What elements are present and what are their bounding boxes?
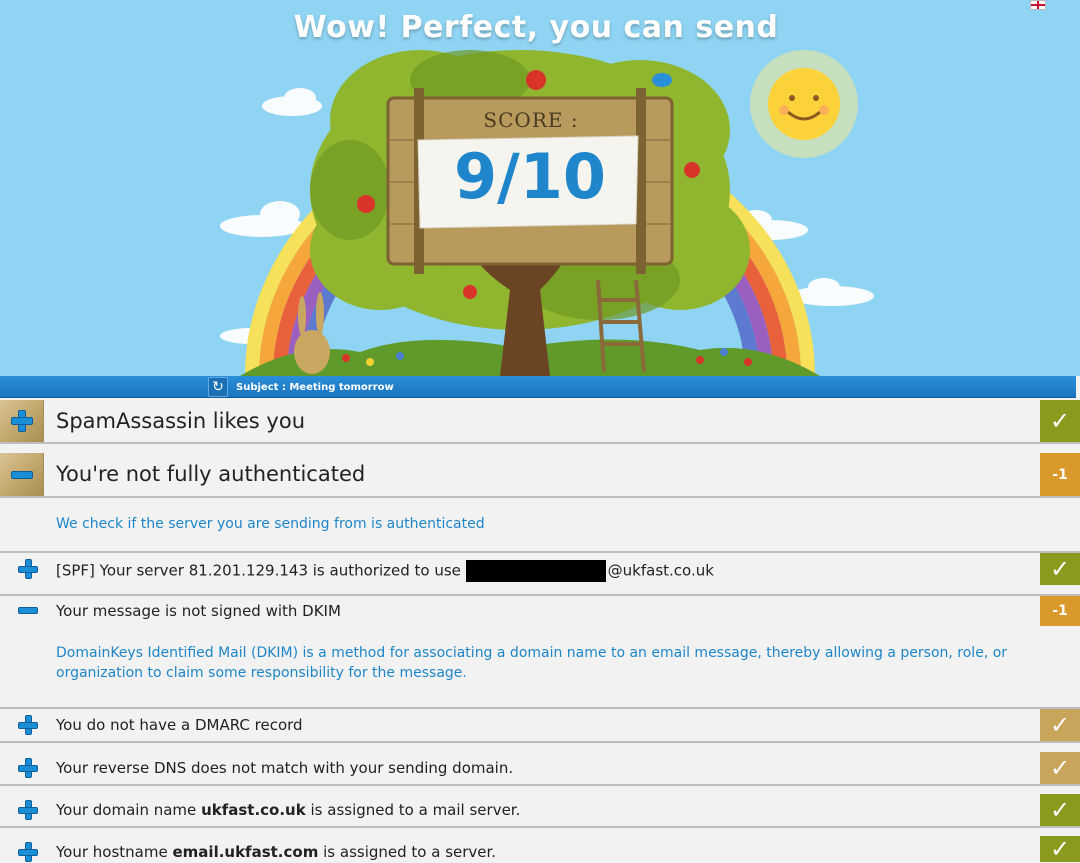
check-dmarc[interactable]: You do not have a DMARC record ✓ <box>0 709 1080 741</box>
section-authentication[interactable]: You're not fully authenticated -1 <box>0 453 1080 496</box>
plus-icon[interactable] <box>18 715 38 735</box>
divider <box>0 784 1080 786</box>
check-icon: ✓ <box>1049 407 1071 435</box>
divider <box>0 826 1080 828</box>
check-dkim[interactable]: Your message is not signed with DKIM -1 <box>0 596 1080 626</box>
plus-icon[interactable] <box>18 842 38 862</box>
section-spamassassin[interactable]: SpamAssassin likes you ✓ <box>0 400 1080 442</box>
pass-badge: ✓ <box>1040 752 1080 784</box>
check-title: Your domain name ukfast.co.uk is assigne… <box>56 801 520 819</box>
divider <box>0 741 1080 743</box>
check-icon: ✓ <box>1049 555 1071 583</box>
minus-icon <box>10 464 33 486</box>
pass-badge: ✓ <box>1040 794 1080 826</box>
check-title: Your message is not signed with DKIM <box>56 602 341 620</box>
plus-icon <box>10 410 33 432</box>
spf-suffix: @ukfast.co.uk <box>607 561 714 580</box>
divider <box>0 496 1080 498</box>
section-title: SpamAssassin likes you <box>56 409 306 433</box>
check-icon: ✓ <box>1049 754 1071 782</box>
score-hero: Wow! Perfect, you can send SCORE : 9/10 <box>0 0 1080 376</box>
hostname-value: email.ukfast.com <box>172 843 319 861</box>
subject-text: Subject : Meeting tomorrow <box>236 381 394 393</box>
uk-flag-icon[interactable] <box>1030 0 1046 10</box>
check-title: Your reverse DNS does not match with you… <box>56 759 514 777</box>
check-domain-mx[interactable]: Your domain name ukfast.co.uk is assigne… <box>0 794 1080 826</box>
result-title: Wow! Perfect, you can send <box>293 10 779 45</box>
spf-prefix: [SPF] Your server 81.201.129.143 is auth… <box>56 561 461 580</box>
check-title: You do not have a DMARC record <box>56 716 303 734</box>
minus-icon[interactable] <box>18 601 38 621</box>
pass-badge: ✓ <box>1040 709 1080 741</box>
check-icon: ✓ <box>1049 835 1071 863</box>
pass-badge: ✓ <box>1040 836 1080 862</box>
check-hostname[interactable]: Your hostname email.ukfast.com is assign… <box>0 836 1080 862</box>
domain-name: ukfast.co.uk <box>201 801 306 819</box>
section-title: You're not fully authenticated <box>56 462 366 486</box>
domain-prefix: Your domain name <box>56 801 197 819</box>
plus-icon[interactable] <box>18 559 38 579</box>
check-spf[interactable]: [SPF] Your server 81.201.129.143 is auth… <box>0 553 1080 585</box>
penalty-badge: -1 <box>1040 596 1080 626</box>
subject-group: ↻ Subject : Meeting tomorrow <box>208 377 394 397</box>
collapse-toggle[interactable] <box>0 453 44 496</box>
check-reverse-dns[interactable]: Your reverse DNS does not match with you… <box>0 752 1080 784</box>
score-value: 9/10 <box>453 140 607 213</box>
score-label: SCORE : <box>483 108 579 132</box>
domain-suffix: is assigned to a mail server. <box>310 801 521 819</box>
redacted-block <box>465 560 606 582</box>
pass-badge: ✓ <box>1040 400 1080 442</box>
hostname-suffix: is assigned to a server. <box>323 843 497 861</box>
check-title: Your hostname email.ukfast.com is assign… <box>56 843 496 861</box>
refresh-icon[interactable]: ↻ <box>208 377 228 397</box>
pass-badge: ✓ <box>1040 553 1080 585</box>
dkim-description: DomainKeys Identified Mail (DKIM) is a m… <box>56 645 1008 681</box>
plus-icon[interactable] <box>18 758 38 778</box>
plus-icon[interactable] <box>18 800 38 820</box>
divider <box>0 442 1080 444</box>
check-title: [SPF] Your server 81.201.129.143 is auth… <box>56 560 714 582</box>
penalty-badge: -1 <box>1040 453 1080 496</box>
hostname-prefix: Your hostname <box>56 843 168 861</box>
subject-bar: ↻ Subject : Meeting tomorrow <box>0 376 1076 398</box>
expand-toggle[interactable] <box>0 400 44 442</box>
section-description: We check if the server you are sending f… <box>56 516 485 532</box>
check-icon: ✓ <box>1049 711 1071 739</box>
check-icon: ✓ <box>1049 796 1071 824</box>
